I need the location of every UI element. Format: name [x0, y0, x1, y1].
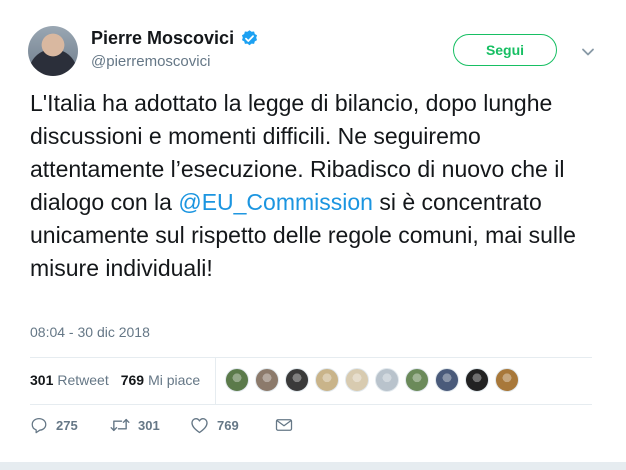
liker-avatar[interactable] [345, 368, 369, 392]
liker-avatar[interactable] [255, 368, 279, 392]
tweet-stats: 301 Retweet 769 Mi piace [30, 372, 212, 388]
author-handle[interactable]: @pierremoscovici [91, 53, 259, 70]
liker-avatar[interactable] [465, 368, 489, 392]
timestamp[interactable]: 08:04 - 30 dic 2018 [30, 324, 150, 340]
tweet-text: L'Italia ha adottato la legge di bilanci… [30, 87, 600, 285]
likes-label[interactable]: Mi piace [148, 372, 200, 388]
envelope-icon [275, 417, 293, 433]
liker-avatar[interactable] [495, 368, 519, 392]
divider [215, 358, 216, 404]
liker-avatar[interactable] [435, 368, 459, 392]
avatar[interactable] [28, 26, 78, 76]
retweets-count[interactable]: 301 [30, 372, 53, 388]
author-block: Pierre Moscovici @pierremoscovici [91, 28, 259, 70]
divider [30, 404, 592, 405]
retweet-count: 301 [138, 417, 160, 433]
bottom-border [0, 462, 626, 470]
divider [30, 357, 592, 358]
like-count: 769 [217, 417, 239, 433]
reply-count: 275 [56, 417, 78, 433]
tweet-actions: 275 301 769 [30, 416, 293, 434]
reply-icon [30, 416, 48, 434]
tweet-header: Pierre Moscovici @pierremoscovici Segui [28, 22, 608, 82]
chevron-down-icon[interactable] [581, 44, 595, 62]
liker-avatars [225, 368, 525, 392]
direct-message-button[interactable] [275, 417, 293, 433]
liker-avatar[interactable] [285, 368, 309, 392]
tweet-card: Pierre Moscovici @pierremoscovici Segui … [0, 0, 626, 470]
liker-avatar[interactable] [405, 368, 429, 392]
retweets-label[interactable]: Retweet [57, 372, 108, 388]
liker-avatar[interactable] [375, 368, 399, 392]
liker-avatar[interactable] [315, 368, 339, 392]
retweet-icon [110, 416, 130, 434]
verified-badge-icon [240, 29, 259, 48]
reply-button[interactable]: 275 [30, 416, 110, 434]
follow-button[interactable]: Segui [453, 34, 557, 66]
author-name[interactable]: Pierre Moscovici [91, 28, 234, 49]
mention-link[interactable]: @EU_Commission [178, 189, 373, 215]
heart-icon [190, 416, 209, 434]
retweet-button[interactable]: 301 [110, 416, 190, 434]
liker-avatar[interactable] [225, 368, 249, 392]
likes-count[interactable]: 769 [121, 372, 144, 388]
name-row: Pierre Moscovici [91, 28, 259, 49]
like-button[interactable]: 769 [190, 416, 275, 434]
